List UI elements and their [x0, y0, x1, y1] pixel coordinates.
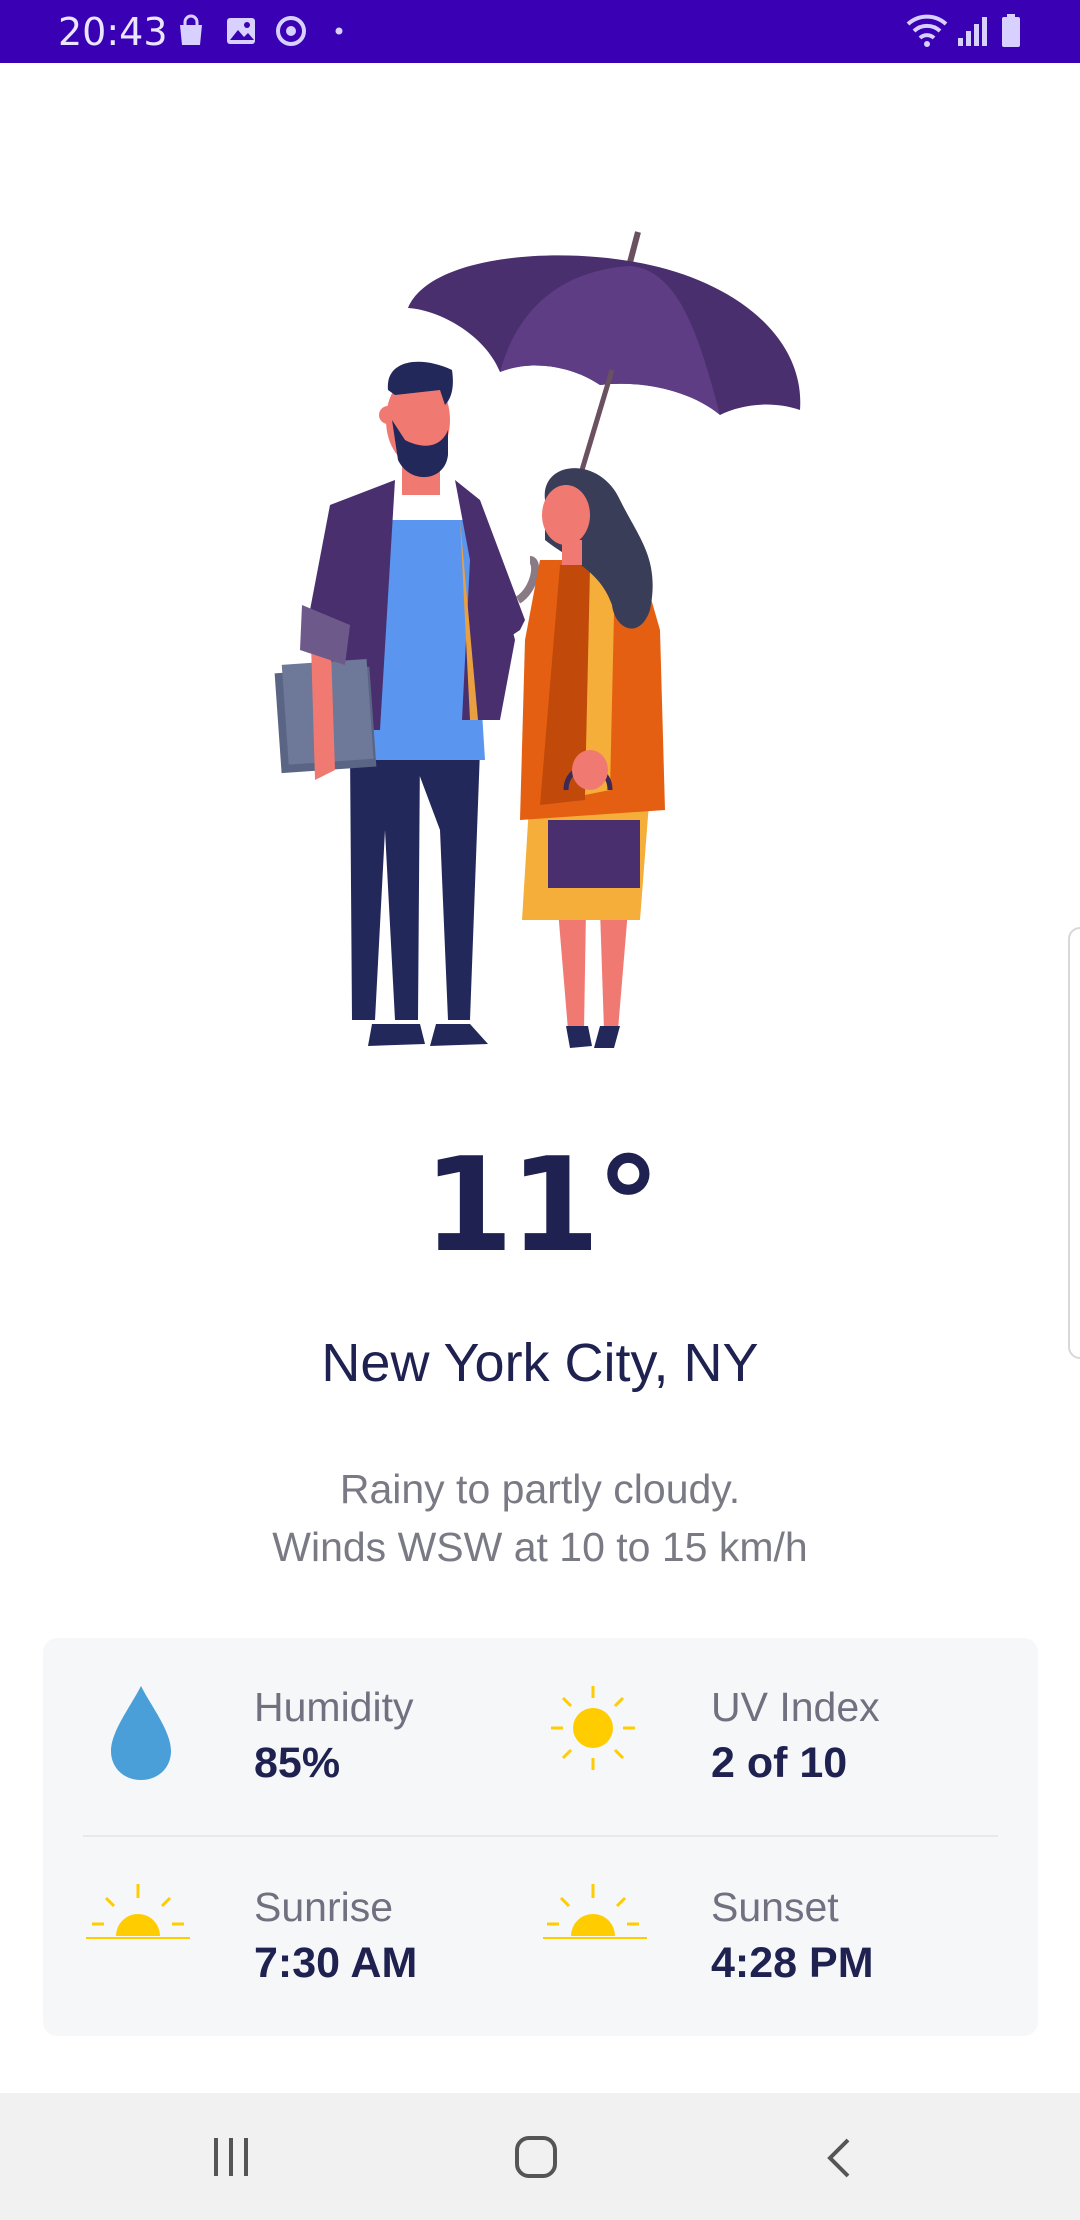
weather-stats-card: Humidity 85% UV Index 2 of 10 Sunrise 7:… [43, 1638, 1038, 2036]
recent-apps-button[interactable] [210, 2136, 254, 2178]
shopping-bag-icon [180, 14, 202, 45]
dot-icon [335, 27, 343, 35]
status-time: 20:43 [58, 10, 168, 54]
sunrise-icon [86, 1884, 190, 1939]
uv-index-label: UV Index [711, 1684, 880, 1730]
sunrise-stat: Sunrise 7:30 AM [86, 1876, 546, 1996]
status-bar: 20:43 [0, 0, 1080, 63]
sunset-value: 4:28 PM [711, 1939, 874, 1987]
water-drop-icon [111, 1686, 171, 1780]
uv-index-value: 2 of 10 [711, 1739, 848, 1787]
back-button[interactable] [822, 2136, 856, 2180]
woman-figure [520, 468, 665, 1048]
weather-description-line: Rainy to partly cloudy. [339, 1466, 741, 1512]
signal-icon [958, 17, 987, 46]
battery-icon [1002, 14, 1020, 47]
humidity-value: 85% [254, 1739, 341, 1787]
stats-divider [83, 1835, 998, 1837]
sun-icon [551, 1686, 635, 1770]
humidity-stat: Humidity 85% [86, 1676, 546, 1796]
temperature-display: 11° [423, 1129, 661, 1281]
humidity-label: Humidity [254, 1684, 414, 1730]
sunrise-label: Sunrise [254, 1884, 394, 1930]
couple-umbrella-illustration [274, 231, 801, 1048]
weather-description-line: Winds WSW at 10 to 15 km/h [272, 1524, 808, 1570]
uv-index-stat: UV Index 2 of 10 [543, 1676, 1003, 1796]
wifi-icon [906, 14, 948, 47]
man-figure [274, 361, 540, 1046]
sync-icon [276, 16, 306, 46]
navigation-bar [0, 2093, 1080, 2220]
sunset-stat: Sunset 4:28 PM [543, 1876, 1003, 1996]
umbrella-icon [408, 231, 801, 471]
gallery-icon [227, 18, 255, 44]
home-button[interactable] [512, 2134, 560, 2180]
weather-description: Rainy to partly cloudy. Winds WSW at 10 … [0, 1460, 1080, 1576]
sunset-icon [543, 1884, 647, 1939]
sunset-label: Sunset [711, 1884, 839, 1930]
edge-panel-handle[interactable] [1068, 927, 1080, 1359]
sunrise-value: 7:30 AM [254, 1939, 418, 1987]
location-name: New York City, NY [321, 1333, 759, 1393]
